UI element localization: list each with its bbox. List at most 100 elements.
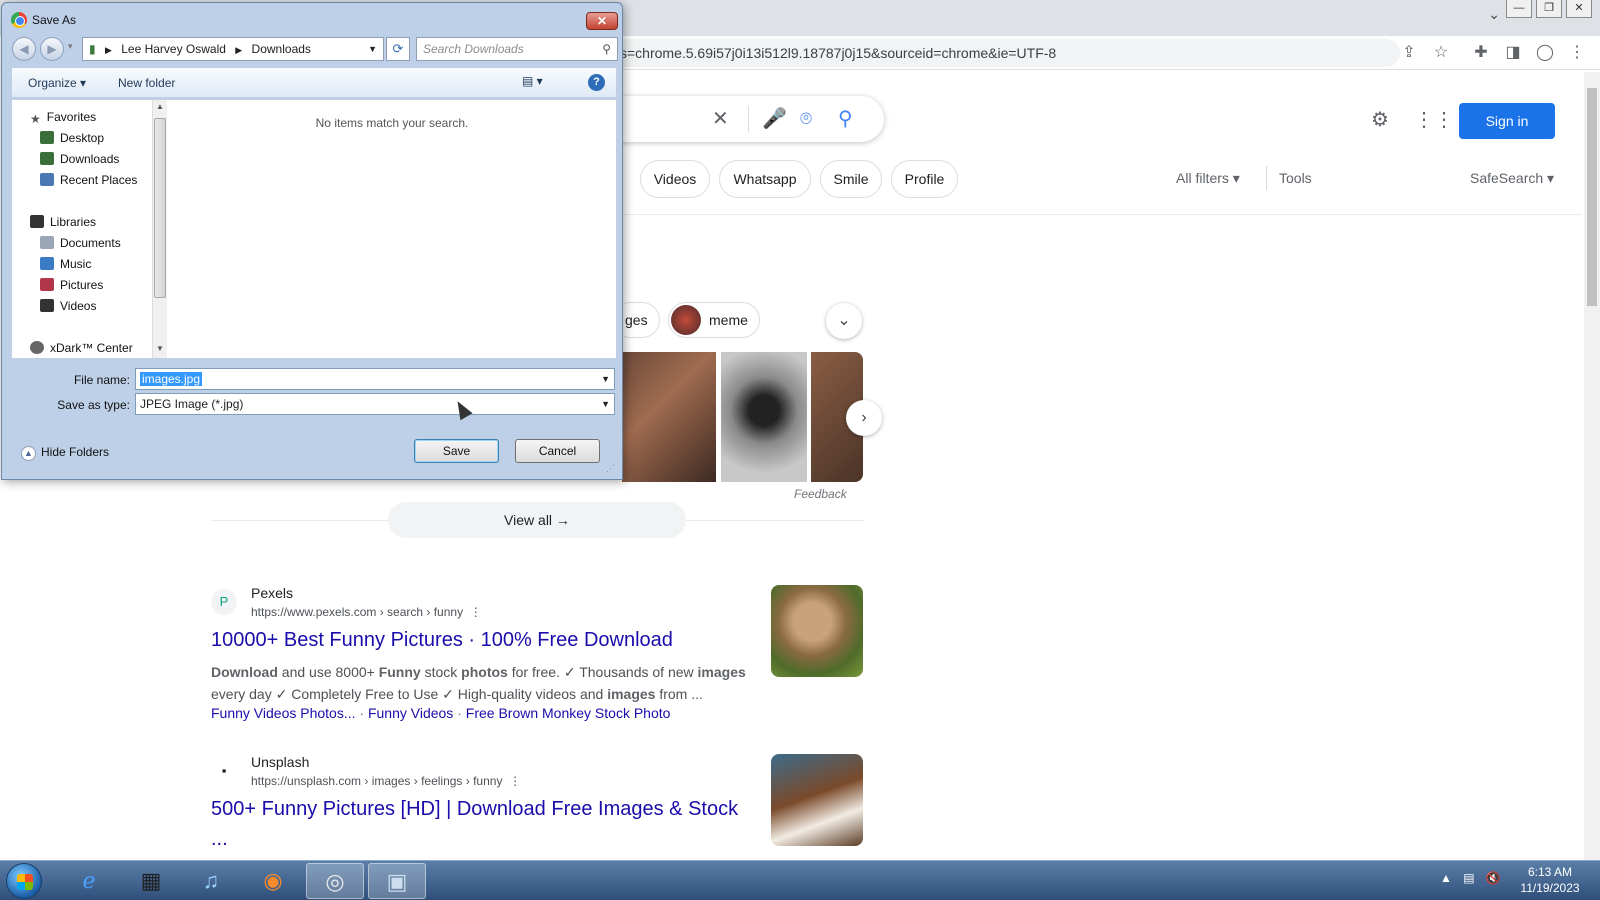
breadcrumb-downloads[interactable]: Downloads [252,38,311,60]
breadcrumb-user[interactable]: Lee Harvey Oswald [121,38,226,60]
nav-favorites[interactable]: ★ Favorites [30,110,96,126]
nav-xdark-center[interactable]: xDark™ Center [30,341,133,355]
desktop-icon [40,131,54,144]
view-options-icon[interactable]: ▤ ▾ [522,74,543,88]
safesearch-menu[interactable]: SafeSearch ▾ [1470,170,1554,187]
nav-videos[interactable]: Videos [40,299,96,313]
archive-app-icon[interactable]: ▦ [122,863,180,899]
result-title-continuation[interactable]: ... [211,828,228,851]
dialog-address-bar[interactable]: ▮ ▶ Lee Harvey Oswald ▶ Downloads ▼ [82,37,384,61]
refresh-icon[interactable]: ⟳ [386,37,410,61]
lens-search-icon[interactable]: ⌾ [800,107,812,131]
nav-desktop[interactable]: Desktop [40,131,104,145]
nav-music[interactable]: Music [40,257,91,271]
sitelink-funny-videos-photos[interactable]: Funny Videos Photos... [211,705,356,721]
show-hidden-icons-icon[interactable]: ▲ [1440,871,1452,885]
expand-chips-button[interactable]: ⌄ [826,303,862,339]
sign-in-button[interactable]: Sign in [1459,103,1555,139]
file-name-input[interactable]: images.jpg ▼ [135,368,615,390]
taskbar-clock[interactable]: 6:13 AM 11/19/2023 [1510,864,1590,896]
chrome-taskbar-icon[interactable]: ◎ [306,863,364,899]
nav-pane-scrollbar[interactable]: ▲ ▼ [152,100,167,358]
search-submit-icon[interactable]: ⚲ [838,107,853,131]
image-result-pug[interactable] [721,352,807,482]
address-bar[interactable]: s=chrome.5.69i57j0i13i512l9.18787j0j15&s… [610,39,1400,67]
dialog-search-icon[interactable]: ⚲ [602,38,611,60]
nav-documents[interactable]: Documents [40,236,121,250]
share-icon[interactable]: ⇪ [1398,42,1420,64]
firefox-icon[interactable]: ◉ [244,863,302,899]
result-site-name: Unsplash [251,754,310,770]
itunes-icon[interactable]: ♫ [182,863,240,899]
result-thumbnail-monkey[interactable] [771,585,863,677]
save-type-select[interactable]: JPEG Image (*.jpg) ▼ [135,393,615,415]
dialog-close-button[interactable]: ✕ [586,12,618,30]
network-icon[interactable]: ▤ [1463,871,1474,885]
result-url[interactable]: https://www.pexels.com › search › funny … [251,605,482,619]
navigation-pane: ★ Favorites Desktop Downloads Recent Plac… [12,100,167,358]
dialog-body: ★ Favorites Desktop Downloads Recent Plac… [11,99,617,359]
page-scrollbar-thumb[interactable] [1587,88,1597,306]
filter-chip-videos[interactable]: Videos [640,160,710,198]
voice-search-icon[interactable]: 🎤 [762,107,787,131]
image-result-orangutan[interactable] [622,352,716,482]
file-name-label: File name: [73,373,130,387]
back-button[interactable]: ◀ [12,37,36,61]
close-window-button[interactable]: ✕ [1566,0,1592,18]
restore-button[interactable]: ❐ [1536,0,1562,18]
save-dialog-taskbar-icon[interactable]: ▣ [368,863,426,899]
feedback-link[interactable]: Feedback [794,487,847,501]
start-button[interactable] [6,863,42,899]
filter-chip-smile[interactable]: Smile [820,160,882,198]
nav-downloads[interactable]: Downloads [40,152,119,166]
new-folder-button[interactable]: New folder [118,76,175,90]
extensions-icon[interactable]: ✚ [1470,42,1492,64]
hide-folders-toggle[interactable]: ▲ Hide Folders [21,445,109,461]
minimize-button[interactable]: — [1506,0,1532,18]
image-chip-meme[interactable]: meme [668,302,760,338]
internet-explorer-icon[interactable]: ℯ [60,863,118,899]
cancel-button[interactable]: Cancel [515,439,600,463]
view-all-button[interactable]: View all → [388,502,686,538]
profile-avatar-icon[interactable]: ◯ [1534,42,1556,64]
nav-pane-scrollbar-thumb[interactable] [154,118,166,298]
result-title-link[interactable]: 10000+ Best Funny Pictures · 100% Free D… [211,629,673,652]
page-scrollbar[interactable] [1584,72,1600,860]
dialog-search-input[interactable]: Search Downloads ⚲ [416,37,618,61]
filter-chip-whatsapp[interactable]: Whatsapp [719,160,811,198]
file-name-dropdown-icon[interactable]: ▼ [601,369,610,389]
tab-search-icon[interactable]: ⌄ [1488,6,1500,23]
all-filters-menu[interactable]: All filters ▾ [1176,170,1240,187]
result-title-link[interactable]: 500+ Funny Pictures [HD] | Download Free… [211,798,738,821]
sitelink-funny-videos[interactable]: Funny Videos [368,705,453,721]
settings-gear-icon[interactable]: ⚙ [1368,108,1392,132]
recent-locations-arrow-icon[interactable]: ▾ [68,41,73,52]
result-thumbnail-horse[interactable] [771,754,863,846]
bookmark-star-icon[interactable]: ☆ [1430,42,1452,64]
sitelink-brown-monkey[interactable]: Free Brown Monkey Stock Photo [466,705,671,721]
google-search-box[interactable]: ✕ 🎤 ⌾ ⚲ [612,96,884,142]
google-apps-icon[interactable]: ⋮⋮ [1414,108,1454,132]
nav-libraries[interactable]: Libraries [30,215,96,229]
scroll-up-arrow-icon[interactable]: ▲ [156,102,164,111]
scroll-down-arrow-icon[interactable]: ▼ [156,344,164,353]
save-type-dropdown-icon[interactable]: ▼ [601,394,610,414]
forward-button[interactable]: ▶ [40,37,64,61]
browser-menu-icon[interactable]: ⋮ [1566,42,1588,64]
clear-search-icon[interactable]: ✕ [712,107,729,131]
next-images-button[interactable]: › [846,400,882,436]
nav-pictures[interactable]: Pictures [40,278,103,292]
result-url[interactable]: https://unsplash.com › images › feelings… [251,774,521,788]
nav-recent-places[interactable]: Recent Places [40,173,137,187]
help-icon[interactable]: ? [588,74,605,91]
save-button[interactable]: Save [414,439,499,463]
side-panel-icon[interactable]: ◨ [1502,42,1524,64]
address-dropdown-icon[interactable]: ▼ [368,38,377,60]
organize-menu[interactable]: Organize ▾ [28,76,86,90]
chrome-app-icon [11,12,27,28]
filter-chip-profile[interactable]: Profile [891,160,958,198]
tools-button[interactable]: Tools [1279,170,1312,186]
resize-grip-icon[interactable]: ⋰ [606,463,615,474]
search-result-pexels: P Pexels https://www.pexels.com › search… [211,585,863,725]
volume-muted-icon[interactable]: 🔇 [1486,871,1501,885]
